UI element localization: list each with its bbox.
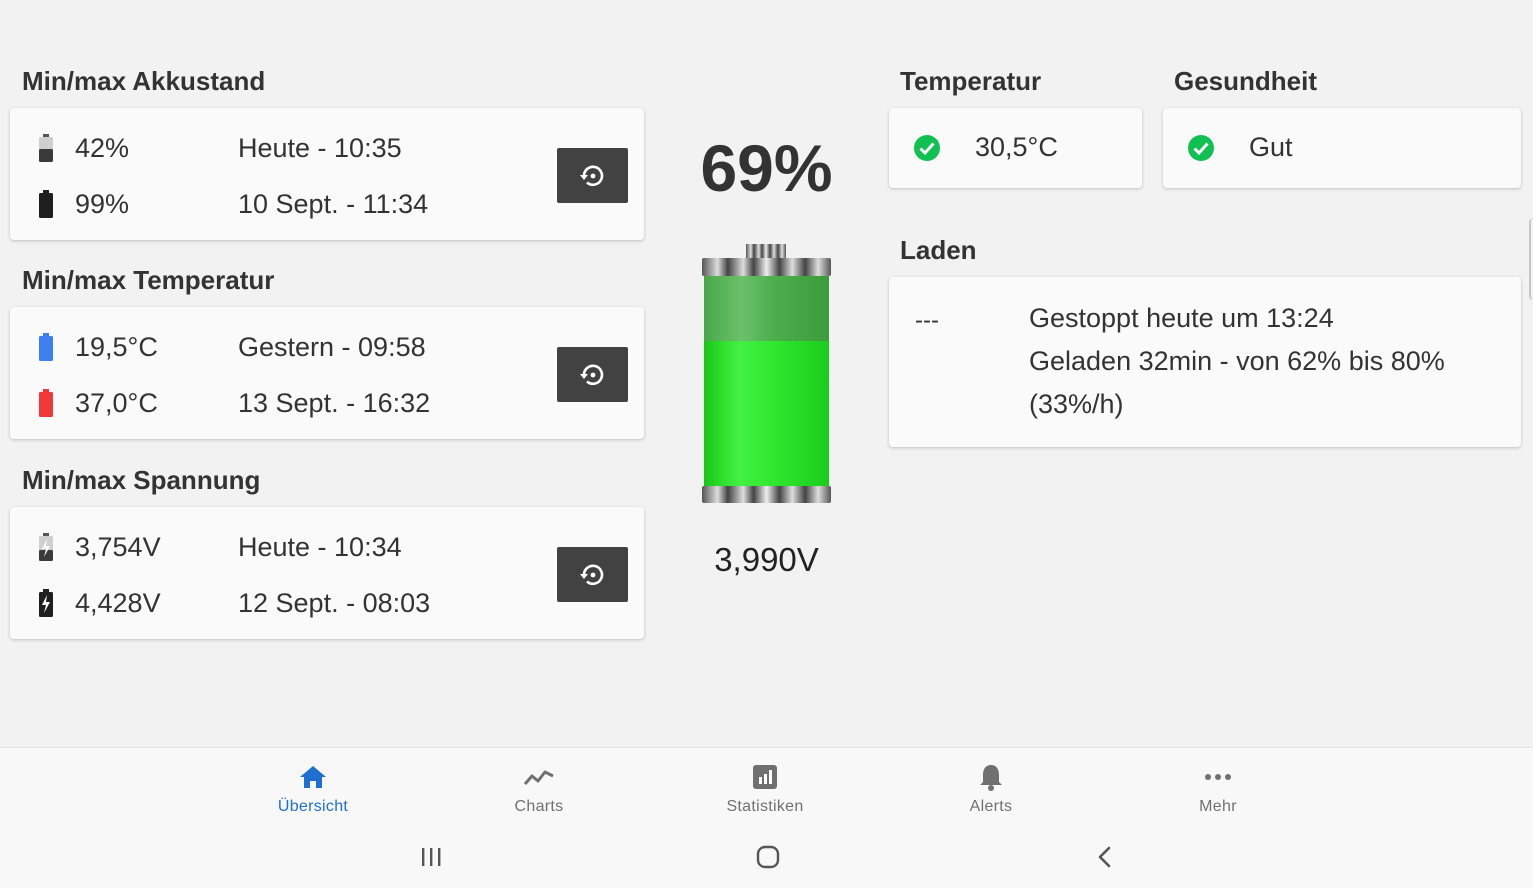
spannung-reset-button[interactable] (557, 547, 628, 602)
nav-item-uebersicht[interactable]: Übersicht (243, 762, 383, 816)
spannung-min-time: Heute - 10:34 (238, 531, 402, 562)
check-circle-icon (914, 134, 940, 161)
temperatur-minmax-card: 19,5°C Gestern - 09:58 37,0°C 13 Sept. -… (10, 307, 644, 439)
home-circle-icon (756, 845, 780, 869)
laden-line-stopped: Gestoppt heute um 13:24 (1029, 303, 1334, 333)
temperatur-reset-button[interactable] (557, 347, 628, 402)
temperatur-title: Temperatur (900, 66, 1042, 96)
nav-label-uebersicht: Übersicht (277, 798, 349, 815)
spannung-card: 3,754V Heute - 10:34 4,428V 12 Sept. - 0… (10, 507, 644, 639)
akkustand-card: 42% Heute - 10:35 99% 10 Sept. - 11:34 (10, 108, 644, 240)
temperature-low-icon (38, 333, 54, 361)
battery-percent: 69% (700, 131, 833, 205)
temperatur-minmax-title: Min/max Temperatur (22, 265, 275, 295)
laden-line-charged: Geladen 32min - von 62% bis 80% (1029, 346, 1445, 376)
akkustand-min-time: Heute - 10:35 (238, 132, 402, 163)
spannung-min-value: 3,754V (75, 531, 161, 562)
battery-full-icon (38, 190, 54, 218)
reset-history-icon (579, 165, 603, 186)
nav-item-statistiken[interactable]: Statistiken (695, 762, 835, 816)
back-button[interactable] (1085, 840, 1125, 874)
temperatur-max-value: 37,0°C (75, 387, 158, 418)
battery-voltage: 3,990V (714, 541, 819, 578)
recent-apps-icon (422, 848, 441, 866)
temperatur-max-time: 13 Sept. - 16:32 (238, 387, 431, 418)
nav-item-charts[interactable]: Charts (469, 762, 609, 816)
laden-card: --- Gestoppt heute um 13:24 Geladen 32mi… (889, 277, 1521, 447)
laden-title: Laden (900, 235, 977, 265)
nav-label-charts: Charts (514, 798, 564, 815)
nav-label-alerts: Alerts (969, 798, 1013, 815)
temperatur-min-time: Gestern - 09:58 (238, 331, 426, 362)
akkustand-reset-button[interactable] (557, 148, 628, 203)
recent-apps-button[interactable] (411, 840, 451, 874)
spannung-max-time: 12 Sept. - 08:03 (238, 587, 431, 618)
temperatur-value: 30,5°C (975, 132, 1058, 162)
battery-charging-full-icon (38, 589, 54, 617)
temperature-high-icon (38, 389, 54, 417)
chart-line-icon (523, 770, 554, 785)
temperatur-card: 30,5°C (889, 108, 1142, 188)
reset-history-icon (579, 364, 603, 385)
gesundheit-title: Gesundheit (1174, 66, 1318, 96)
nav-label-statistiken: Statistiken (726, 798, 804, 815)
nav-item-mehr[interactable]: Mehr (1148, 762, 1288, 816)
more-icon (1205, 774, 1231, 780)
akkustand-max-value: 99% (75, 188, 130, 219)
battery-graphic (702, 244, 831, 503)
gesundheit-value: Gut (1249, 132, 1293, 162)
check-circle-icon (1188, 134, 1214, 161)
laden-line-rate: (33%/h) (1029, 389, 1124, 419)
akkustand-max-time: 10 Sept. - 11:34 (238, 188, 429, 219)
spannung-title: Min/max Spannung (22, 465, 261, 495)
statistics-icon (753, 765, 777, 789)
edge-panel-handle[interactable] (1529, 218, 1533, 300)
temperatur-status: 30,5°C (913, 132, 1058, 163)
home-icon (300, 766, 326, 788)
home-system-button[interactable] (748, 840, 788, 874)
reset-history-icon (579, 564, 603, 585)
gesundheit-status: Gut (1187, 132, 1293, 163)
battery-level-fill (704, 341, 829, 486)
laden-details: Gestoppt heute um 13:24 Geladen 32min - … (1029, 297, 1445, 426)
laden-status-dash: --- (915, 307, 939, 334)
akkustand-min-value: 42% (75, 132, 130, 163)
gesundheit-card: Gut (1163, 108, 1521, 188)
battery-charging-low-icon (38, 533, 54, 561)
temperatur-min-value: 19,5°C (75, 331, 158, 362)
back-chevron-icon (1098, 846, 1111, 868)
battery-low-icon (38, 134, 54, 162)
akkustand-title: Min/max Akkustand (22, 66, 266, 96)
spannung-max-value: 4,428V (75, 587, 161, 618)
nav-label-mehr: Mehr (1199, 798, 1237, 815)
nav-item-alerts[interactable]: Alerts (921, 762, 1061, 816)
bell-icon (980, 765, 1002, 791)
